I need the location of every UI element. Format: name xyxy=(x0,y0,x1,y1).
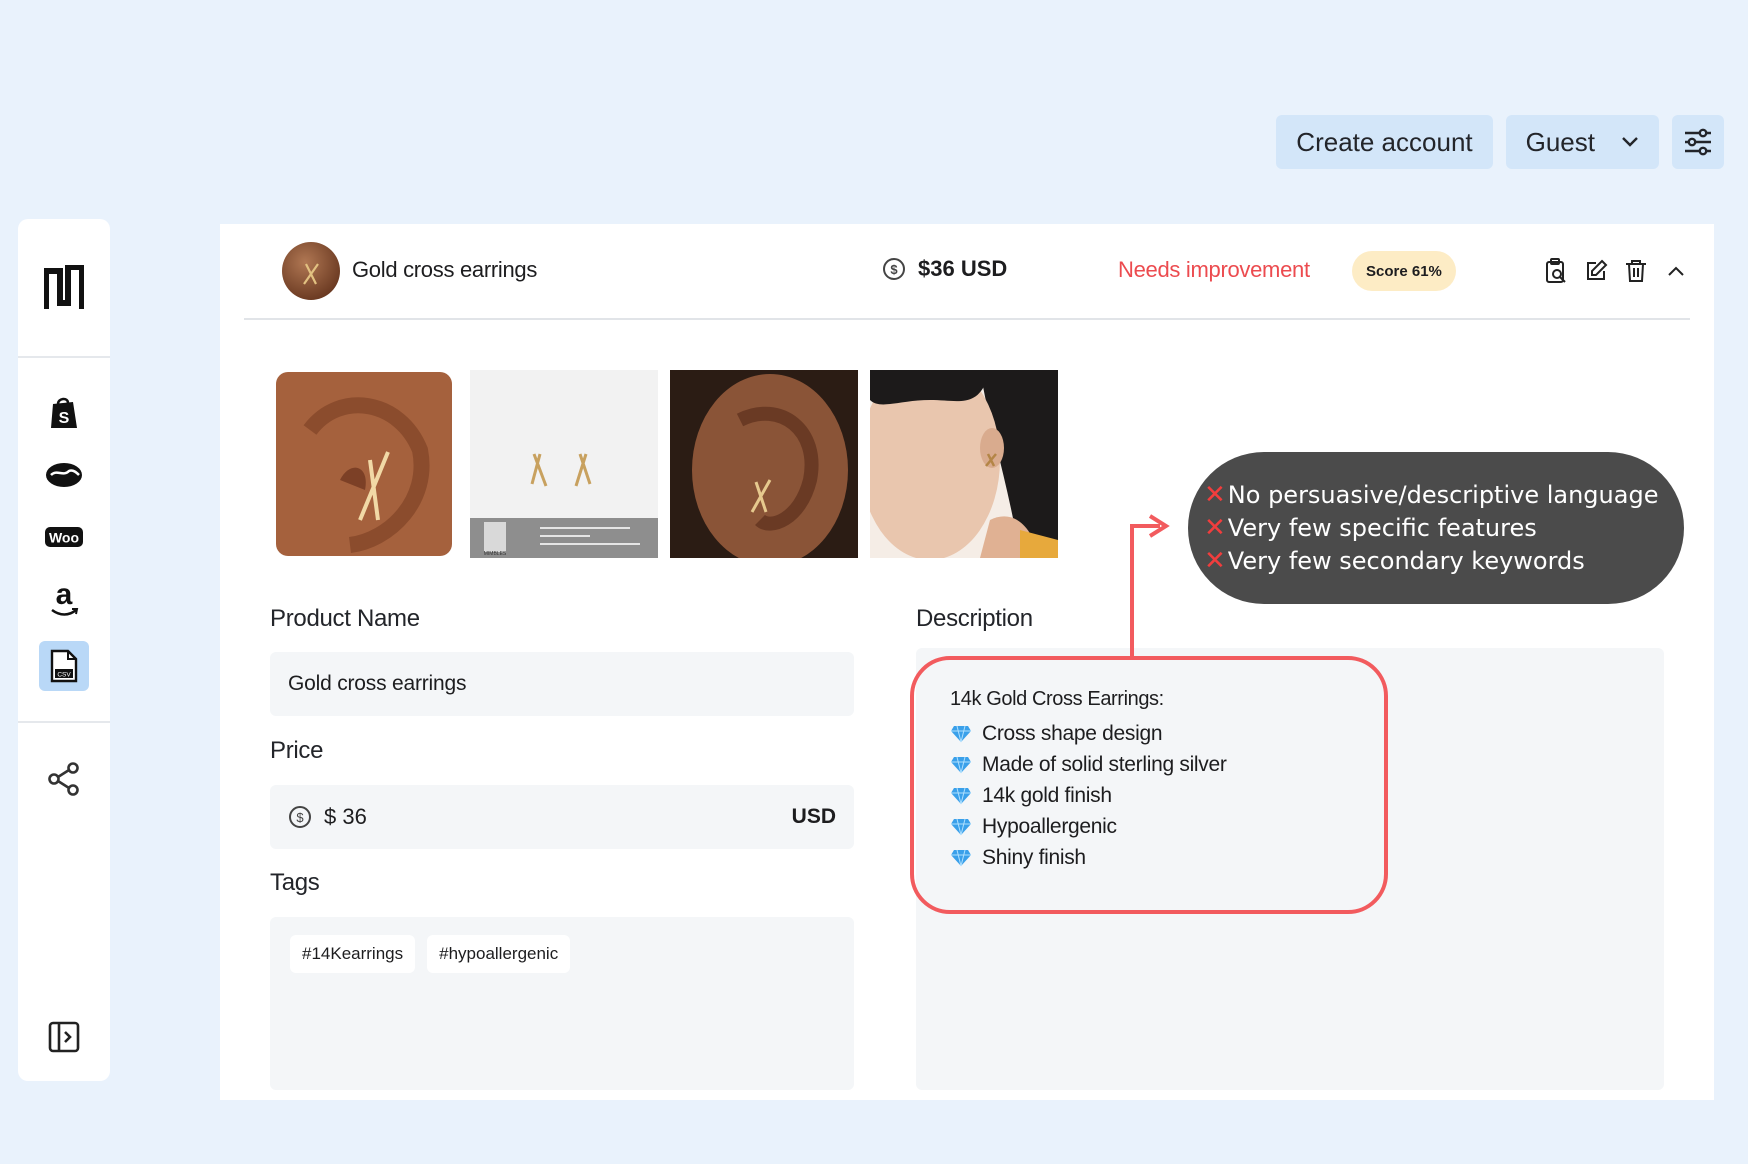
svg-text:S: S xyxy=(59,410,70,427)
svg-text:Woo: Woo xyxy=(49,530,79,546)
create-account-button[interactable]: Create account xyxy=(1276,115,1493,169)
shopify-icon[interactable]: S xyxy=(44,393,84,433)
csv-file-icon[interactable]: CSV xyxy=(39,641,89,691)
app-logo[interactable] xyxy=(44,265,84,311)
settings-sliders-button[interactable] xyxy=(1672,115,1724,169)
x-mark-icon: ✕ xyxy=(1204,545,1226,576)
handshake-icon[interactable] xyxy=(44,455,84,495)
diamond-icon xyxy=(951,849,971,866)
diamond-icon xyxy=(951,787,971,804)
diamond-icon xyxy=(951,818,971,835)
description-title: 14k Gold Cross Earrings: xyxy=(950,688,1164,710)
description-bullet: 14k gold finish xyxy=(950,780,1348,811)
svg-text:CSV: CSV xyxy=(57,672,71,679)
sidebar-divider xyxy=(18,356,110,358)
chevron-down-icon xyxy=(1622,137,1638,147)
sidebar: S Woo a CSV xyxy=(18,219,110,1081)
x-mark-icon: ✕ xyxy=(1204,512,1226,543)
product-card: Gold cross earrings $ $36 USD Needs impr… xyxy=(220,224,1714,1100)
description-bullet: Hypoallergenic xyxy=(950,811,1348,842)
diamond-icon xyxy=(951,725,971,742)
description-bullet: Made of solid sterling silver xyxy=(950,749,1348,780)
feedback-item: ✕ Very few secondary keywords xyxy=(1204,545,1585,576)
description-bullet: Cross shape design xyxy=(950,718,1348,749)
guest-label: Guest xyxy=(1525,126,1595,157)
diamond-icon xyxy=(951,756,971,773)
sidebar-divider xyxy=(18,721,110,723)
feedback-item: ✕ No persuasive/descriptive language xyxy=(1204,479,1659,510)
feedback-bubble: ✕ No persuasive/descriptive language ✕ Ver… xyxy=(1188,452,1684,604)
x-mark-icon: ✕ xyxy=(1204,479,1226,510)
description-bullet: Shiny finish xyxy=(950,842,1348,873)
amazon-icon[interactable]: a xyxy=(44,579,84,619)
svg-text:a: a xyxy=(56,580,73,611)
guest-menu-button[interactable]: Guest xyxy=(1505,115,1659,169)
feedback-item: ✕ Very few specific features xyxy=(1204,512,1537,543)
share-icon[interactable] xyxy=(44,759,84,799)
woo-icon[interactable]: Woo xyxy=(44,517,84,557)
sliders-icon xyxy=(1685,128,1711,156)
sidebar-expand-icon[interactable] xyxy=(44,1017,84,1057)
description-highlight: 14k Gold Cross Earrings: Cross shape des… xyxy=(910,656,1388,914)
top-bar: Create account Guest xyxy=(1276,115,1724,169)
